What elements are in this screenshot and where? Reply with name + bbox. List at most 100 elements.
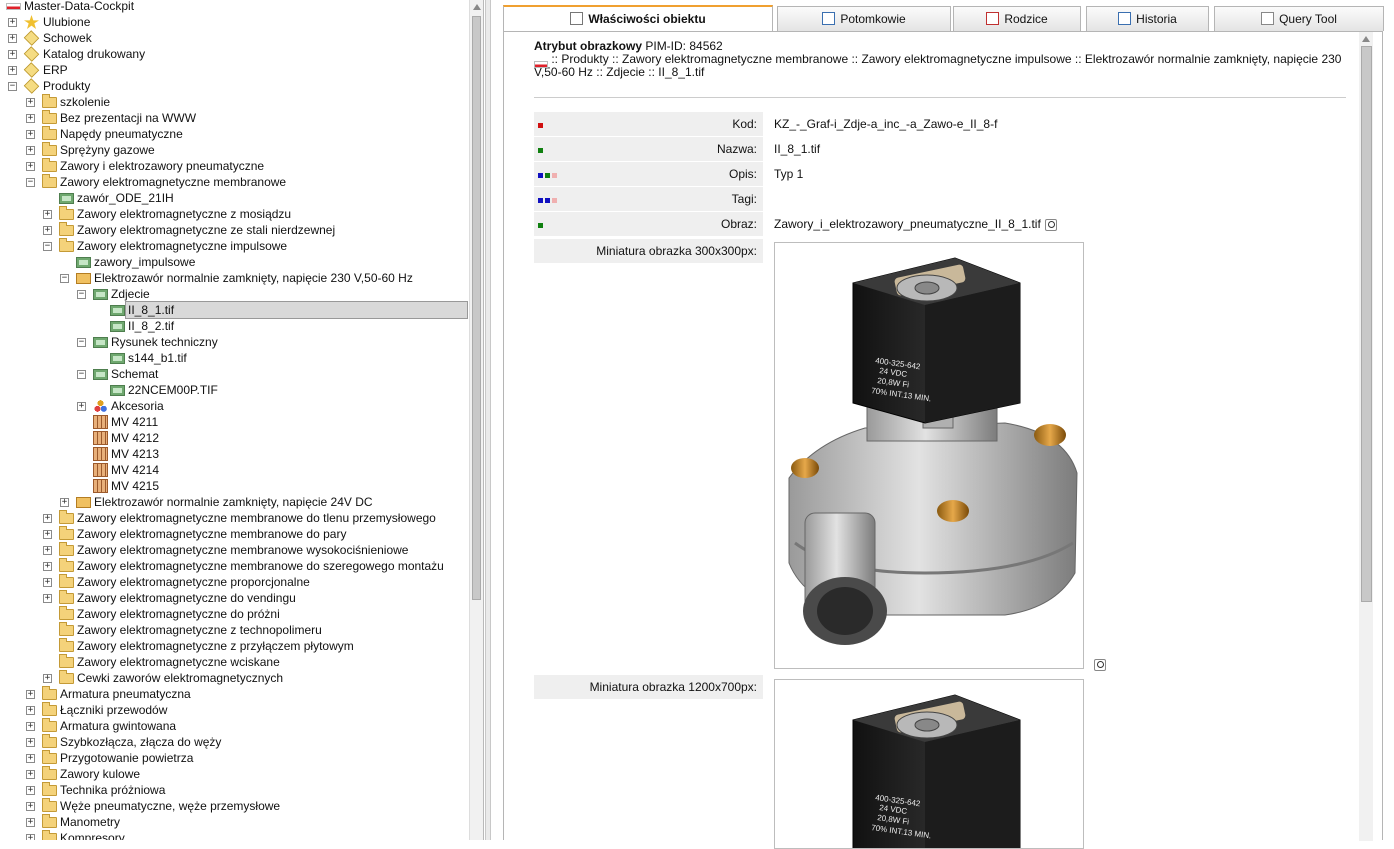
tree-node[interactable]: + Zawory i elektrozawory pneumatyczne: [0, 158, 468, 174]
expand-icon[interactable]: +: [43, 530, 52, 539]
expand-icon[interactable]: +: [26, 130, 35, 139]
expand-icon[interactable]: +: [43, 674, 52, 683]
tree-node[interactable]: + Cewki zaworów elektromagnetycznych: [0, 670, 468, 686]
tree-node[interactable]: MV 4211: [0, 414, 468, 430]
expand-icon[interactable]: +: [43, 562, 52, 571]
tree-node[interactable]: + Schowek: [0, 30, 468, 46]
thumbnail-1200-image[interactable]: 400-325-642 24 VDC 20,8W Fi 70% INT.13 M…: [774, 679, 1084, 849]
properties-scrollbar-thumb[interactable]: [1361, 46, 1372, 602]
tab-children[interactable]: Potomkowie: [777, 6, 951, 31]
expand-icon[interactable]: +: [26, 690, 35, 699]
tree-node[interactable]: + Technika próżniowa: [0, 782, 468, 798]
tree-node[interactable]: + szkolenie: [0, 94, 468, 110]
tree-node[interactable]: + Zawory elektromagnetyczne membranowe do…: [0, 526, 468, 542]
tree-node[interactable]: − Zawory elektromagnetyczne impulsowe: [0, 238, 468, 254]
collapse-icon[interactable]: −: [77, 338, 86, 347]
tree-node[interactable]: − Produkty: [0, 78, 468, 94]
scroll-up-icon[interactable]: [1362, 36, 1370, 42]
tab-parents[interactable]: Rodzice: [953, 6, 1081, 31]
tree-node[interactable]: + Armatura pneumatyczna: [0, 686, 468, 702]
tree-node[interactable]: + Kompresory: [0, 830, 468, 840]
expand-icon[interactable]: +: [26, 146, 35, 155]
collapse-icon[interactable]: −: [43, 242, 52, 251]
expand-icon[interactable]: +: [26, 162, 35, 171]
zoom-icon[interactable]: [1044, 219, 1057, 231]
tree-node[interactable]: II_8_1.tif: [0, 301, 468, 319]
expand-icon[interactable]: +: [26, 818, 35, 827]
collapse-icon[interactable]: −: [60, 274, 69, 283]
expand-icon[interactable]: +: [43, 546, 52, 555]
zoom-icon[interactable]: [1094, 659, 1106, 671]
tree-node[interactable]: zawór_ODE_21IH: [0, 190, 468, 206]
tree-node[interactable]: + ERP: [0, 62, 468, 78]
tree-node[interactable]: − Zdjecie: [0, 286, 468, 302]
properties-scrollbar[interactable]: [1359, 32, 1373, 841]
tree-node[interactable]: + Łączniki przewodów: [0, 702, 468, 718]
expand-icon[interactable]: +: [43, 578, 52, 587]
tree-node[interactable]: zawory_impulsowe: [0, 254, 468, 270]
scroll-up-icon[interactable]: [473, 4, 481, 10]
tree-node[interactable]: MV 4214: [0, 462, 468, 478]
thumbnail-300-image[interactable]: 400-325-642 24 VDC 20,8W Fi 70% INT.13 M…: [774, 242, 1084, 669]
tree-node[interactable]: + Zawory kulowe: [0, 766, 468, 782]
tree-node[interactable]: + Zawory elektromagnetyczne membranowe wy…: [0, 542, 468, 558]
tree-node[interactable]: s144_b1.tif: [0, 350, 468, 366]
expand-icon[interactable]: +: [26, 114, 35, 123]
tree-node[interactable]: Master-Data-Cockpit: [0, 0, 468, 14]
expand-icon[interactable]: +: [26, 786, 35, 795]
tree-node[interactable]: + Manometry: [0, 814, 468, 830]
expand-icon[interactable]: +: [26, 722, 35, 731]
tree-node[interactable]: Zawory elektromagnetyczne do próżni: [0, 606, 468, 622]
collapse-icon[interactable]: −: [26, 178, 35, 187]
tree-node[interactable]: + Węże pneumatyczne, węże przemysłowe: [0, 798, 468, 814]
tree-scrollbar[interactable]: [469, 0, 483, 840]
expand-icon[interactable]: +: [26, 738, 35, 747]
expand-icon[interactable]: +: [26, 98, 35, 107]
expand-icon[interactable]: +: [43, 226, 52, 235]
tree-node[interactable]: + Zawory elektromagnetyczne do vendingu: [0, 590, 468, 606]
tree-node[interactable]: + Szybkozłącza, złącza do węży: [0, 734, 468, 750]
expand-icon[interactable]: +: [26, 802, 35, 811]
collapse-icon[interactable]: −: [77, 290, 86, 299]
tree-node[interactable]: Zawory elektromagnetyczne wciskane: [0, 654, 468, 670]
expand-icon[interactable]: +: [26, 754, 35, 763]
tree-node[interactable]: + Ulubione: [0, 14, 468, 30]
tab-history[interactable]: Historia: [1086, 6, 1209, 31]
expand-icon[interactable]: +: [60, 498, 69, 507]
expand-icon[interactable]: +: [8, 50, 17, 59]
expand-icon[interactable]: +: [26, 770, 35, 779]
tree-node[interactable]: + Armatura gwintowana: [0, 718, 468, 734]
tree-scrollbar-thumb[interactable]: [472, 16, 481, 600]
expand-icon[interactable]: +: [8, 34, 17, 43]
collapse-icon[interactable]: −: [8, 82, 17, 91]
tree-node[interactable]: + Katalog drukowany: [0, 46, 468, 62]
tree-node[interactable]: + Elektrozawór normalnie zamknięty, napię…: [0, 494, 468, 510]
tree-node[interactable]: + Przygotowanie powietrza: [0, 750, 468, 766]
tree-node[interactable]: + Zawory elektromagnetyczne ze stali nier…: [0, 222, 468, 238]
tree-node[interactable]: MV 4215: [0, 478, 468, 494]
expand-icon[interactable]: +: [43, 514, 52, 523]
tree-node[interactable]: + Akcesoria: [0, 398, 468, 414]
tree-node[interactable]: MV 4212: [0, 430, 468, 446]
expand-icon[interactable]: +: [77, 402, 86, 411]
expand-icon[interactable]: +: [8, 18, 17, 27]
tree-node[interactable]: II_8_2.tif: [0, 318, 468, 334]
tree-node[interactable]: + Bez prezentacji na WWW: [0, 110, 468, 126]
expand-icon[interactable]: +: [26, 834, 35, 840]
collapse-icon[interactable]: −: [77, 370, 86, 379]
expand-icon[interactable]: +: [26, 706, 35, 715]
tree-node[interactable]: + Zawory elektromagnetyczne z mosiądzu: [0, 206, 468, 222]
tree-node[interactable]: + Zawory elektromagnetyczne membranowe do…: [0, 510, 468, 526]
expand-icon[interactable]: +: [8, 66, 17, 75]
tab-properties[interactable]: Właściwości obiektu: [503, 5, 773, 31]
tree-node[interactable]: + Zawory elektromagnetyczne proporcjonaln…: [0, 574, 468, 590]
tree-node[interactable]: − Zawory elektromagnetyczne membranowe: [0, 174, 468, 190]
tree-node[interactable]: MV 4213: [0, 446, 468, 462]
tree-node[interactable]: + Napędy pneumatyczne: [0, 126, 468, 142]
tab-query[interactable]: Query Tool: [1214, 6, 1384, 31]
tree-node[interactable]: Zawory elektromagnetyczne z technopolime…: [0, 622, 468, 638]
expand-icon[interactable]: +: [43, 210, 52, 219]
tree-node[interactable]: + Sprężyny gazowe: [0, 142, 468, 158]
tree-node[interactable]: 22NCEM00P.TIF: [0, 382, 468, 398]
tree-node[interactable]: Zawory elektromagnetyczne z przyłączem p…: [0, 638, 468, 654]
